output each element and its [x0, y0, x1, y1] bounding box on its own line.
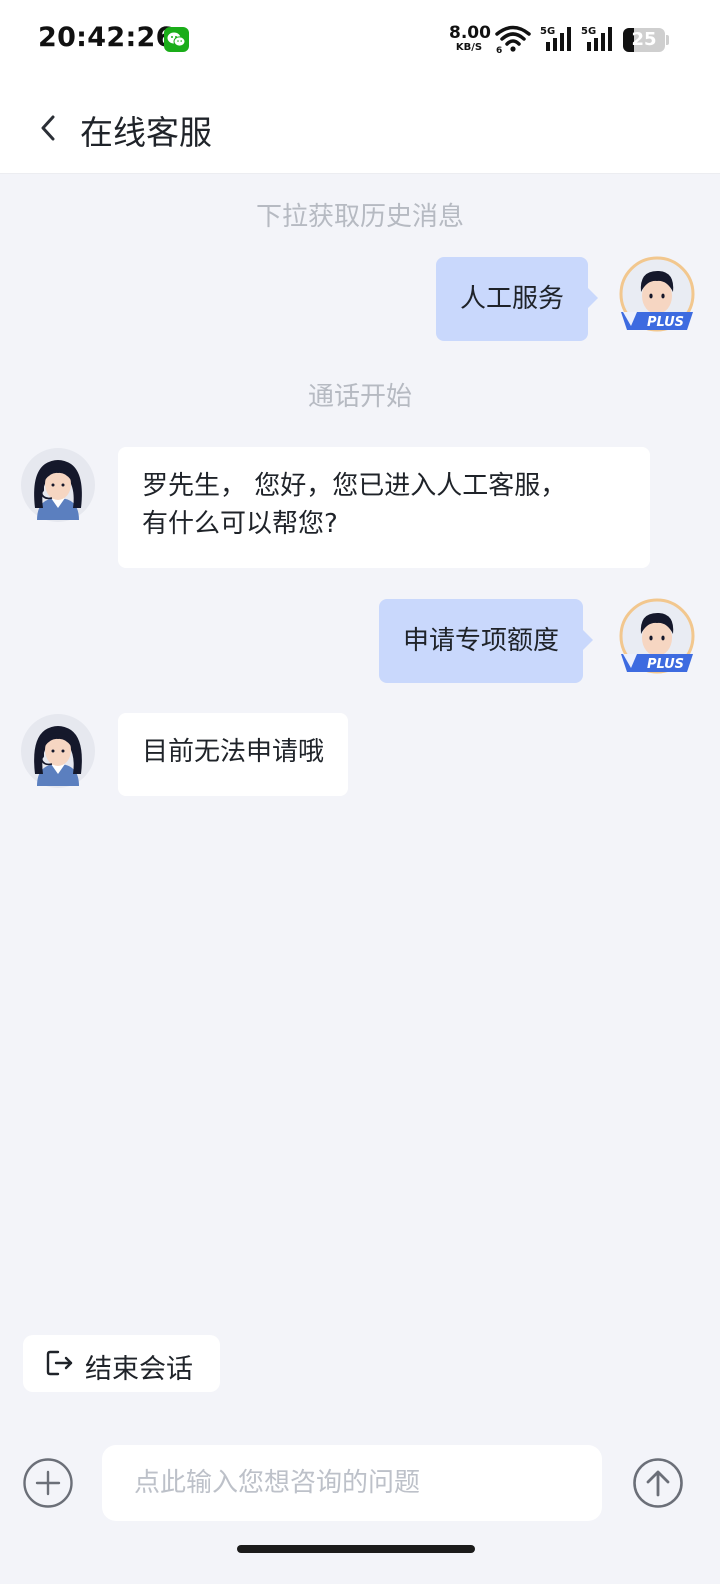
nav-bar: 在线客服 [0, 80, 720, 174]
message-text: 人工服务 [460, 284, 565, 314]
network-speed-value: 8.00 [449, 23, 491, 43]
network-speed-unit: KB/S [455, 42, 483, 53]
plus-circle-icon[interactable] [22, 1457, 74, 1509]
message-text-line: 目前无法申请哦 [142, 737, 325, 767]
wechat-icon [164, 27, 189, 52]
chevron-left-icon[interactable] [36, 111, 62, 145]
message-text-line: 罗先生， 您好，您已进入人工客服， [142, 471, 567, 501]
user-avatar[interactable]: PLUS [617, 256, 697, 336]
message-input[interactable] [102, 1445, 602, 1521]
end-session-label: 结束会话 [85, 1354, 193, 1385]
plus-badge: PLUS [647, 315, 684, 330]
agent-message-bubble[interactable]: 目前无法申请哦 [118, 713, 349, 796]
user-message-bubble[interactable]: 申请专项额度 [379, 599, 594, 683]
user-message-bubble[interactable]: 人工服务 [436, 257, 599, 341]
status-time: 20:42:26 [38, 22, 175, 53]
signal-label: 5G [540, 26, 555, 37]
signal-icon: 5G [581, 24, 615, 58]
call-start-tip: 通话开始 [307, 382, 412, 412]
battery-icon: 25 [623, 28, 665, 52]
message-text: 申请专项额度 [403, 626, 560, 656]
agent-avatar[interactable] [19, 712, 97, 790]
signal-icon: 5G [540, 24, 574, 58]
battery-level: 25 [631, 29, 657, 50]
wifi-icon: 6 [495, 24, 531, 58]
history-tip[interactable]: 下拉获取历史消息 [0, 196, 720, 233]
home-indicator[interactable] [237, 1545, 475, 1553]
page-title: 在线客服 [80, 113, 212, 152]
network-speed: 8.00 KB/S [449, 23, 491, 53]
svg-text:6: 6 [496, 46, 502, 54]
agent-avatar[interactable] [19, 446, 97, 524]
end-session-button[interactable]: 结束会话 [23, 1335, 220, 1392]
agent-message-bubble[interactable]: 罗先生， 您好，您已进入人工客服， 有什么可以帮您? [118, 447, 650, 568]
send-arrow-icon[interactable] [632, 1457, 684, 1509]
signal-label: 5G [581, 26, 596, 37]
plus-badge: PLUS [647, 657, 684, 672]
user-avatar[interactable]: PLUS [617, 598, 697, 678]
status-bar: 20:42:26 8.00 KB/S 6 5G 5G 25 [0, 0, 720, 80]
message-text-line: 有什么可以帮您? [142, 509, 338, 539]
exit-icon [45, 1348, 75, 1378]
